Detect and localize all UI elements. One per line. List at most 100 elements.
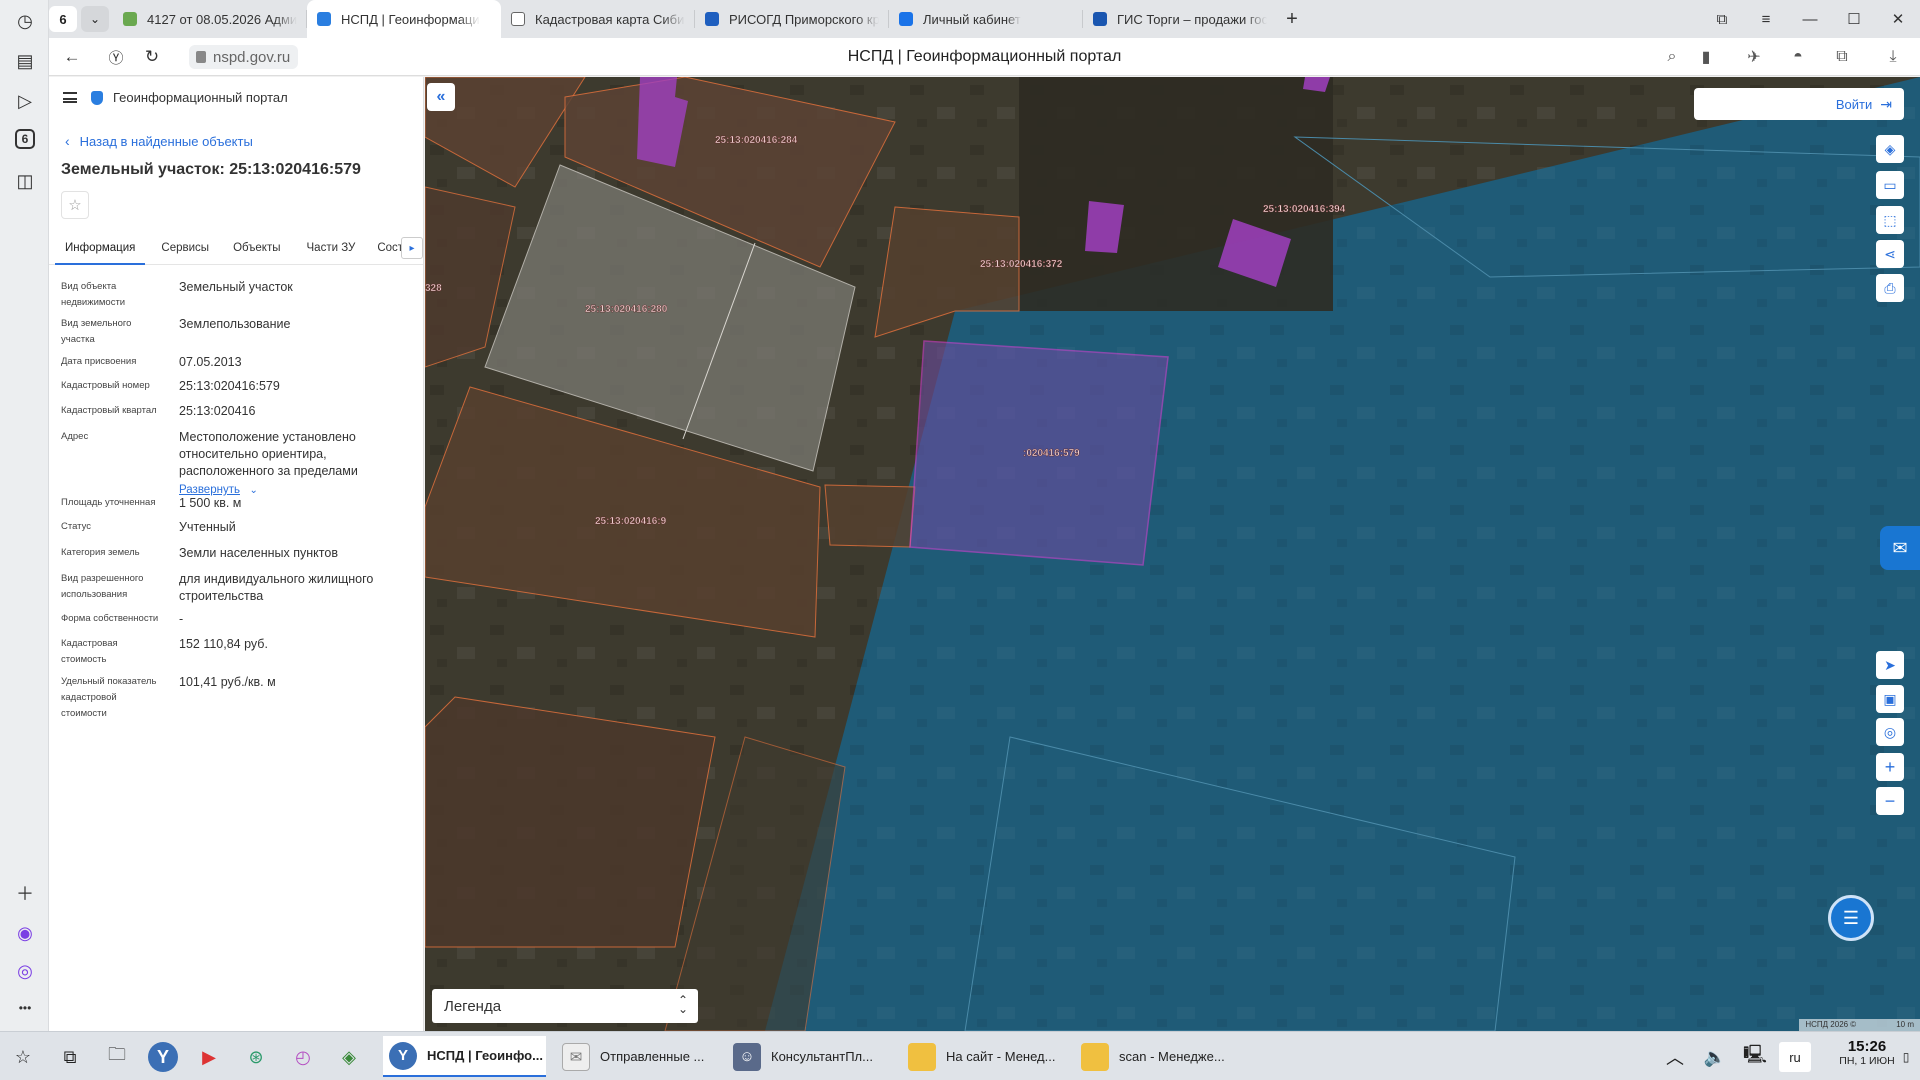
browser-tab[interactable]: Личный кабинет <box>889 0 1083 38</box>
language-indicator[interactable]: ru <box>1779 1042 1811 1072</box>
tab-favicon-icon <box>511 12 525 26</box>
ruler-icon[interactable]: ▭ <box>1876 171 1904 199</box>
map-app-icon[interactable]: ◈ <box>334 1042 364 1072</box>
taskbar-app[interactable]: ✉ Отправленные ... <box>556 1036 716 1077</box>
chevron-down-icon[interactable]: ⌄ <box>81 6 109 32</box>
vpn-icon[interactable]: ◓ <box>1787 46 1809 68</box>
assistant-icon[interactable]: ◉ <box>12 920 38 946</box>
tabs-scroll-right-icon[interactable]: ▸ <box>401 237 423 259</box>
tray-expand-icon[interactable]: ︿ <box>1660 1042 1690 1072</box>
yandex-browser-icon[interactable]: Y <box>148 1042 178 1072</box>
browser-sidebar: ◷ ▤ ▷ 6 ◫ ＋ ◉ ◎ ••• <box>0 0 49 1031</box>
tab-objects[interactable]: Объекты <box>223 233 290 265</box>
volume-warning-icon[interactable]: 🔈 <box>1700 1042 1730 1072</box>
window-switcher-icon[interactable]: ⧉ <box>55 1042 85 1072</box>
bookmark-icon[interactable]: ▮ <box>1695 46 1717 68</box>
parcel-label[interactable]: 25:13:020416:394 <box>1263 204 1346 215</box>
legend-select[interactable]: Легенда ⌃ ⌄ <box>432 989 698 1023</box>
notifications-icon[interactable]: ▯ <box>1896 1042 1916 1072</box>
parcel-label[interactable]: 25:13:020416:9 <box>595 516 667 527</box>
file-manager-icon[interactable]: 🗀 <box>102 1042 132 1072</box>
taskbar-app[interactable]: Y НСПД | Геоинфо... <box>383 1036 546 1077</box>
map-view[interactable]: 25:13:020416:284 25:13:020416:394 25:13:… <box>425 77 1920 1031</box>
taskbar-app[interactable]: scan - Менедже... <box>1075 1036 1245 1077</box>
parcel-label[interactable]: :020416:579 <box>1023 448 1081 459</box>
collections-icon[interactable]: ▤ <box>12 48 38 74</box>
menu-icon[interactable]: ≡ <box>1744 0 1788 38</box>
screenshot-icon[interactable]: ◫ <box>12 168 38 194</box>
taskbar: ☆ ⧉ 🗀 Y ▶ ⊛ ◴ ◈ Y НСПД | Геоинфо... ✉ От… <box>0 1031 1920 1080</box>
taskbar-app[interactable]: ☺ КонсультантПл... <box>727 1036 897 1077</box>
browser-tab[interactable]: 4127 от 08.05.2026 Админ <box>113 0 307 38</box>
yandex-icon[interactable]: Ⓨ <box>105 46 127 68</box>
alice-icon[interactable]: ◎ <box>12 958 38 984</box>
tab-title: Кадастровая карта Сибир <box>535 11 685 27</box>
extension-icon[interactable]: ✈ <box>1743 46 1765 68</box>
map-canvas[interactable]: 25:13:020416:284 25:13:020416:394 25:13:… <box>425 77 1920 1031</box>
layers-icon[interactable]: ◈ <box>1876 135 1904 163</box>
tab-parts[interactable]: Части ЗУ <box>297 233 366 265</box>
geolocation-icon[interactable]: ➤ <box>1876 651 1904 679</box>
chat-icon[interactable]: ☰ <box>1828 895 1874 941</box>
favorite-star-icon[interactable]: ☆ <box>61 191 89 219</box>
login-button[interactable]: Войти ⇥ <box>1694 88 1904 120</box>
browser-tab[interactable]: РИСОГД Приморского кр <box>695 0 889 38</box>
url-field[interactable]: nspd.gov.ru <box>189 45 299 69</box>
minimap-icon[interactable]: ▣ <box>1876 685 1904 713</box>
browser-tab[interactable]: Кадастровая карта Сибир <box>501 0 695 38</box>
share-icon[interactable]: ⋖ <box>1876 240 1904 268</box>
maximize-icon[interactable]: ☐ <box>1832 0 1876 38</box>
portal-logo-icon <box>91 90 103 105</box>
download-icon[interactable]: ⤓ <box>1882 46 1904 68</box>
bookmark-panel-icon[interactable]: ⧉ <box>1700 0 1744 38</box>
network-tool-icon[interactable]: ⊛ <box>241 1042 271 1072</box>
new-tab-icon[interactable]: + <box>1277 0 1307 38</box>
history-icon[interactable]: ◷ <box>12 8 38 34</box>
back-icon[interactable]: ← <box>61 46 83 68</box>
print-icon[interactable]: ⎙ <box>1876 274 1904 302</box>
add-panel-icon[interactable]: ＋ <box>12 880 38 906</box>
zoom-in-icon[interactable]: + <box>1876 753 1904 781</box>
tab-information[interactable]: Информация <box>55 233 146 265</box>
reload-icon[interactable]: ↻ <box>141 46 163 68</box>
collapse-panel-icon[interactable]: « <box>427 83 455 111</box>
portal-name: Геоинформационный портал <box>113 90 288 105</box>
tab-services[interactable]: Сервисы <box>151 233 219 265</box>
panel-header: Геоинформационный портал <box>63 90 288 105</box>
hamburger-menu-icon[interactable] <box>63 92 77 103</box>
play-icon[interactable]: ▷ <box>12 88 38 114</box>
back-link-label: Назад в найденные объекты <box>79 133 253 149</box>
close-icon[interactable]: ✕ <box>1876 0 1920 38</box>
parcel-label[interactable]: 25:13:020416:372 <box>980 259 1063 270</box>
more-icon[interactable]: ••• <box>12 995 38 1021</box>
page-title: НСПД | Геоинформационный портал <box>847 48 1122 65</box>
start-star-icon[interactable]: ☆ <box>8 1042 38 1072</box>
minimize-icon[interactable]: — <box>1788 0 1832 38</box>
folder-icon <box>908 1042 936 1071</box>
select-area-icon[interactable]: ⬚ <box>1876 206 1904 234</box>
network-icon[interactable]: 🖳 <box>1740 1042 1770 1072</box>
search-icon[interactable]: ⌕ <box>1661 46 1683 68</box>
media-player-icon[interactable]: ▶ <box>194 1042 224 1072</box>
attribute-label: Вид разрешенного использования <box>61 573 144 600</box>
location-marker-icon[interactable]: ◎ <box>1876 718 1904 746</box>
clock-app-icon[interactable]: ◴ <box>288 1042 318 1072</box>
attribute-label: Кадастровый квартал <box>61 405 157 416</box>
zoom-out-icon[interactable]: − <box>1876 787 1904 815</box>
parcel-label[interactable]: 25:13:020416:280 <box>585 304 668 315</box>
taskbar-app[interactable]: На сайт - Менед... <box>902 1036 1072 1077</box>
clock[interactable]: 15:26 ПН, 1 ИЮН <box>1832 1038 1902 1067</box>
browser-tab[interactable]: ГИС Торги – продажи гос <box>1083 0 1277 38</box>
url-text: nspd.gov.ru <box>213 48 291 66</box>
tab-counter[interactable]: 6 <box>49 6 77 32</box>
tab-title: Личный кабинет <box>923 11 1021 27</box>
tab-count-badge[interactable]: 6 <box>15 129 35 149</box>
back-to-results-link[interactable]: ‹ Назад в найденные объекты <box>65 133 253 149</box>
browser-tab-active[interactable]: НСПД | Геоинформаци <box>307 0 501 38</box>
parcel-label[interactable]: 25:13:020416:284 <box>715 135 798 146</box>
downloads-panel-icon[interactable]: ⧉ <box>1831 46 1853 68</box>
feedback-icon[interactable]: ✉ <box>1880 526 1920 570</box>
legend-label: Легенда <box>444 997 502 1015</box>
parcel-label[interactable]: 328 <box>425 283 442 294</box>
object-info-panel: Геоинформационный портал ‹ Назад в найде… <box>49 77 424 1031</box>
